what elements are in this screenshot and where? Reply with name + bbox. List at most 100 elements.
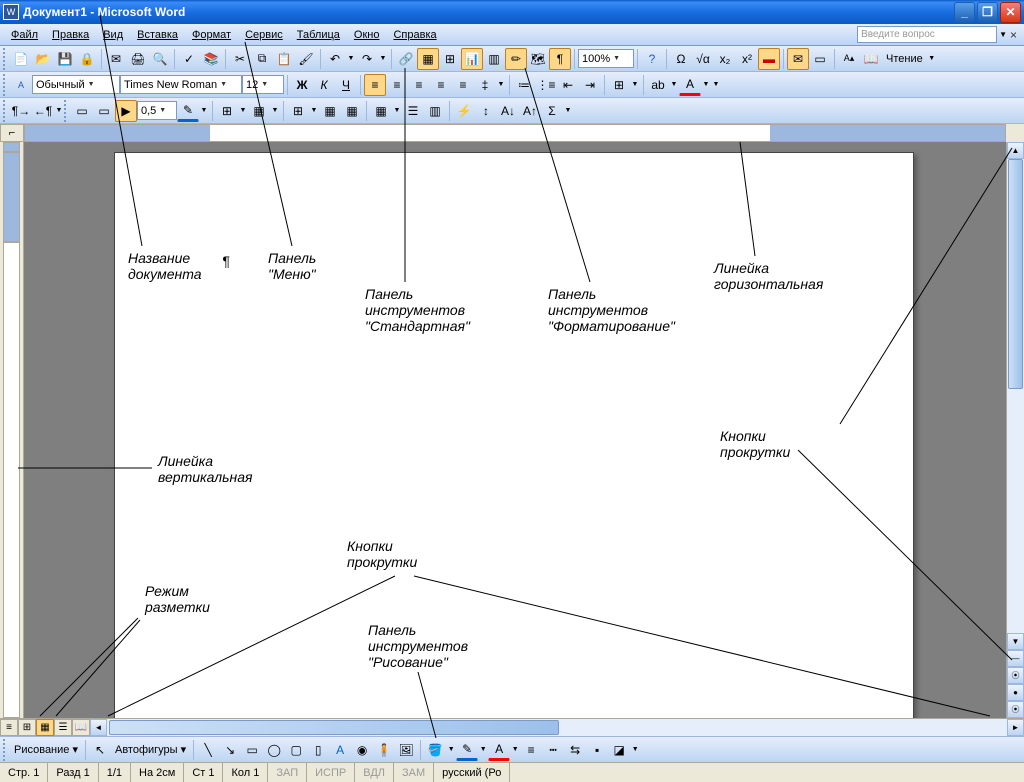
font-combo[interactable]: Times New Roman▼ — [120, 75, 242, 94]
align-cells-button[interactable]: ▦ — [370, 100, 392, 122]
drawing-options[interactable]: ▼ — [630, 746, 640, 753]
pen-color-button[interactable]: ✎ — [177, 100, 199, 122]
maximize-button[interactable]: ❐ — [977, 2, 998, 23]
border-style-button[interactable]: ▭ — [71, 100, 93, 122]
labels-button[interactable]: ▭ — [809, 48, 831, 70]
columns-button[interactable]: ▥ — [483, 48, 505, 70]
align-left-button[interactable]: ≡ — [364, 74, 386, 96]
ltr-button[interactable]: ¶→ — [10, 100, 32, 122]
split-button[interactable]: — — [1007, 650, 1024, 667]
numbering-button[interactable]: ≔ — [513, 74, 535, 96]
autoformat-button[interactable]: ⚡ — [453, 100, 475, 122]
print-button[interactable]: 🖨 — [127, 48, 149, 70]
font-color-button[interactable]: A — [679, 74, 701, 96]
insert-excel-button[interactable]: 📊 — [461, 48, 483, 70]
border-dd[interactable]: ▼ — [238, 107, 248, 114]
toolbar-grip[interactable] — [3, 739, 8, 761]
3d-button[interactable]: ◪ — [608, 739, 630, 761]
omega-button[interactable]: Ω — [670, 48, 692, 70]
vertical-ruler[interactable] — [0, 142, 24, 718]
shading-button[interactable]: ▦ — [248, 100, 270, 122]
diagram-button[interactable]: ◉ — [351, 739, 373, 761]
arrow-style-button[interactable]: ⇆ — [564, 739, 586, 761]
sort-asc-button[interactable]: A↓ — [497, 100, 519, 122]
zoom-combo[interactable]: 100%▼ — [578, 49, 634, 68]
undo-dropdown[interactable]: ▼ — [346, 55, 356, 62]
italic-button[interactable]: К — [313, 74, 335, 96]
increase-indent-button[interactable]: ⇥ — [579, 74, 601, 96]
outline-view-button[interactable]: ☰ — [54, 719, 72, 736]
hyperlink-button[interactable]: 🔗 — [395, 48, 417, 70]
redo-button[interactable]: ↷ — [356, 48, 378, 70]
close-button[interactable]: ✕ — [1000, 2, 1021, 23]
paste-button[interactable]: 📋 — [273, 48, 295, 70]
insert-table2-button[interactable]: ⊞ — [287, 100, 309, 122]
dash-style-button[interactable]: ┅ — [542, 739, 564, 761]
dist-rows-button[interactable]: ☰ — [402, 100, 424, 122]
autosum-button[interactable]: Σ — [541, 100, 563, 122]
envelope-button[interactable]: ✉ — [787, 48, 809, 70]
tables-borders-button[interactable]: ▦ — [417, 48, 439, 70]
highlight-button[interactable]: ab — [647, 74, 669, 96]
indent-combo[interactable]: 0,5▼ — [137, 101, 177, 120]
oval-button[interactable]: ◯ — [263, 739, 285, 761]
styles-button[interactable]: A — [10, 74, 32, 96]
horizontal-ruler[interactable]: ⌐ — [0, 124, 1024, 142]
borders-button[interactable]: ⊞ — [608, 74, 630, 96]
scroll-up-button[interactable]: ▲ — [1007, 142, 1024, 159]
picture-button[interactable]: 🖼 — [395, 739, 417, 761]
text-dir-button[interactable]: ↕ — [475, 100, 497, 122]
rectangle-button[interactable]: ▭ — [241, 739, 263, 761]
textbox-button[interactable]: ▢ — [285, 739, 307, 761]
permissions-button[interactable]: 🔒 — [76, 48, 98, 70]
normal-view-button[interactable]: ≡ — [0, 719, 18, 736]
menu-edit[interactable]: Правка — [45, 26, 96, 44]
reading-view-button[interactable]: 📖 — [72, 719, 90, 736]
show-marks-button[interactable]: ¶ — [549, 48, 571, 70]
extra-options[interactable]: ▼ — [563, 107, 573, 114]
help-button[interactable]: ? — [641, 48, 663, 70]
new-doc-button[interactable]: 📄 — [10, 48, 32, 70]
indent-val-button[interactable]: ▶ — [115, 100, 137, 122]
toolbar-grip[interactable] — [3, 48, 8, 70]
autoshapes-menu[interactable]: Автофигуры ▾ — [111, 743, 190, 756]
insert-table-dd[interactable]: ▼ — [309, 107, 319, 114]
border-button[interactable]: ⊞ — [216, 100, 238, 122]
doc-map-button[interactable]: 🗺 — [527, 48, 549, 70]
line-weight-button[interactable]: ≡ — [520, 739, 542, 761]
dist-cols-button[interactable]: ▥ — [424, 100, 446, 122]
borders-dropdown[interactable]: ▼ — [630, 81, 640, 88]
distributed-button[interactable]: ≡ — [452, 74, 474, 96]
toolbar-grip[interactable] — [3, 100, 8, 122]
line-spacing-button[interactable]: ‡ — [474, 74, 496, 96]
border-style2-button[interactable]: ▭ — [93, 100, 115, 122]
subscript-button[interactable]: x₂ — [714, 48, 736, 70]
font-grow-button[interactable]: A▴ — [838, 48, 860, 70]
fontcolor2-dd[interactable]: ▼ — [510, 746, 520, 753]
document-page[interactable] — [114, 152, 914, 718]
menu-view[interactable]: Вид — [96, 26, 130, 44]
toolbar-grip[interactable] — [64, 100, 69, 122]
sort-desc-button[interactable]: A↑ — [519, 100, 541, 122]
shadow-button[interactable]: ▪ — [586, 739, 608, 761]
save-button[interactable]: 💾 — [54, 48, 76, 70]
hscroll-thumb[interactable] — [109, 720, 559, 735]
menu-help[interactable]: Справка — [386, 26, 443, 44]
underline-button[interactable]: Ч — [335, 74, 357, 96]
line-color-button[interactable]: ✎ — [456, 739, 478, 761]
bullets-button[interactable]: ⋮≡ — [535, 74, 557, 96]
print-preview-button[interactable]: 🔍 — [149, 48, 171, 70]
menu-table[interactable]: Таблица — [290, 26, 347, 44]
scroll-down-button[interactable]: ▼ — [1007, 633, 1024, 650]
font-size-combo[interactable]: 12▼ — [242, 75, 284, 94]
spellcheck-button[interactable]: ✓ — [178, 48, 200, 70]
copy-button[interactable]: ⧉ — [251, 48, 273, 70]
insert-table-button[interactable]: ⊞ — [439, 48, 461, 70]
highlight-dropdown[interactable]: ▼ — [669, 81, 679, 88]
help-search-box[interactable]: Введите вопрос — [857, 26, 997, 43]
menu-file[interactable]: Файл — [4, 26, 45, 44]
rtl-button[interactable]: ←¶ — [32, 100, 54, 122]
style-combo[interactable]: Обычный▼ — [32, 75, 120, 94]
print-layout-button[interactable]: ▦ — [36, 719, 54, 736]
browse-object-button[interactable]: ● — [1007, 684, 1024, 701]
